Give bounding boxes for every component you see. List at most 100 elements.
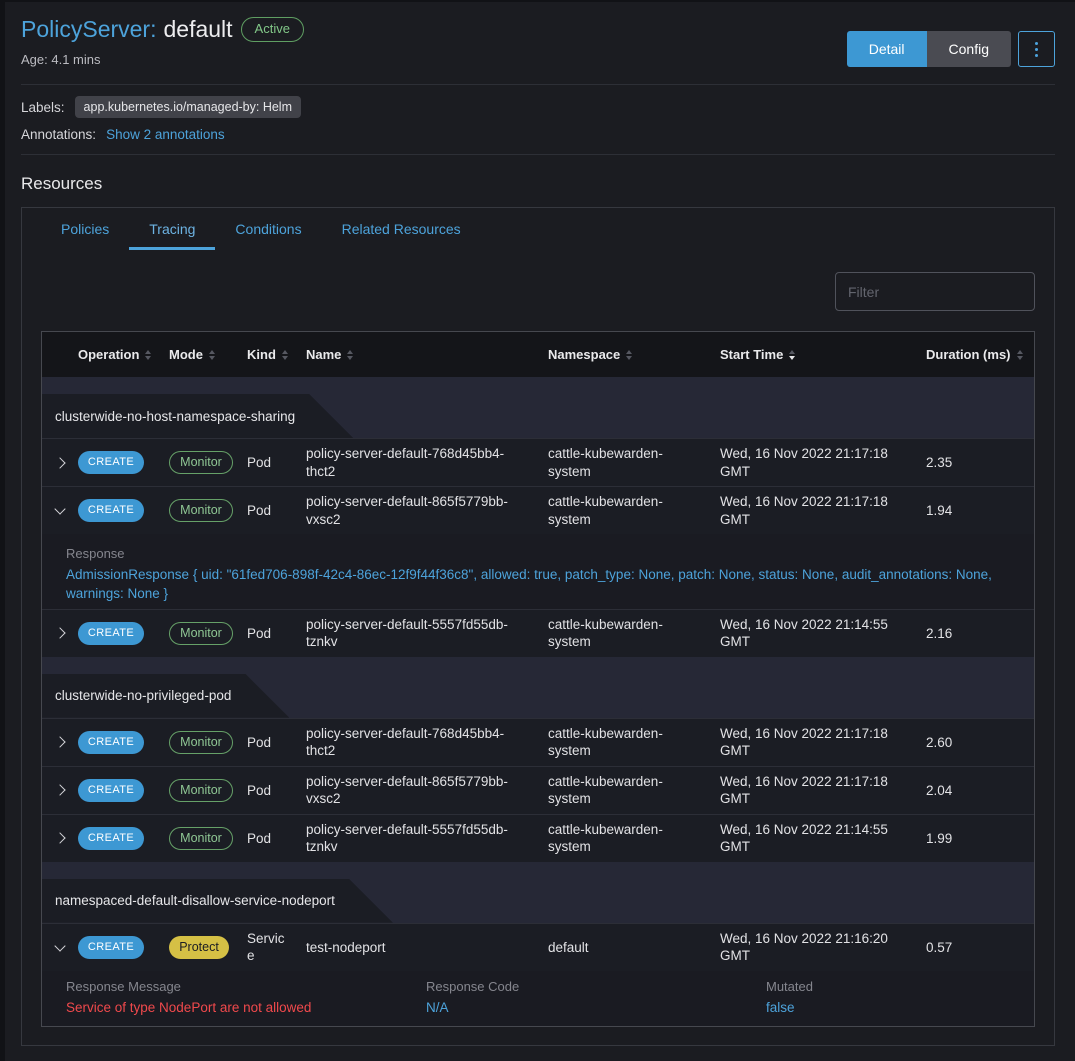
operation-badge: CREATE [78,731,144,754]
policyserver-detail-page: PolicyServer: default Active Age: 4.1 mi… [0,0,1075,1061]
column-header-duration-ms[interactable]: Duration (ms) [926,347,1034,362]
mode-badge: Monitor [169,499,233,522]
group-name: clusterwide-no-host-namespace-sharing [55,409,295,424]
detail-button[interactable]: Detail [847,31,927,67]
expand-toggle-icon[interactable] [54,737,65,748]
mode-cell: Monitor [169,731,247,754]
kind-cell: Service [247,930,306,965]
operation-cell: CREATE [78,731,169,754]
column-header-operation[interactable]: Operation [78,347,169,362]
namespace-cell: cattle-kubewarden-system [548,445,720,480]
column-header-start-time[interactable]: Start Time [720,347,926,362]
show-annotations-link[interactable]: Show 2 annotations [106,127,225,142]
sort-icons [347,350,353,360]
expand-toggle-icon[interactable] [54,628,65,639]
namespace-cell: cattle-kubewarden-system [548,725,720,760]
sort-desc-icon [1017,356,1023,360]
sort-icons [1017,350,1023,360]
field-value: Service of type NodePort are not allowed [66,1000,426,1015]
mode-badge: Monitor [169,731,233,754]
detail-field-mutated: Mutatedfalse [766,979,1014,1015]
column-header-label: Start Time [720,347,783,362]
column-header-kind[interactable]: Kind [247,347,306,362]
tracing-tab-content: OperationModeKindName Namespace Start Time… [22,250,1054,1045]
name-cell: policy-server-default-768d45bb4-thct2 [306,725,548,760]
trace-row[interactable]: CREATEMonitorPodpolicy-server-default-55… [42,609,1034,657]
kind-cell: Pod [247,830,306,848]
field-label: Response Code [426,979,766,994]
sort-asc-icon [789,350,795,354]
tab-policies[interactable]: Policies [41,208,129,250]
response-detail: Response AdmissionResponse { uid: "61fed7… [42,534,1034,609]
tab-conditions[interactable]: Conditions [215,208,321,250]
tab-related-resources[interactable]: Related Resources [322,208,481,250]
sort-icons [282,350,288,360]
page-header: PolicyServer: default Active Age: 4.1 mi… [21,16,1055,67]
collapse-toggle-icon[interactable] [54,503,65,514]
labels-row: Labels: app.kubernetes.io/managed-by: He… [21,96,1055,118]
kind-cell: Pod [247,454,306,472]
response-value: AdmissionResponse { uid: "61fed706-898f-… [66,566,994,604]
column-header-mode[interactable]: Mode [169,347,247,362]
mode-cell: Monitor [169,779,247,802]
age-text: Age: 4.1 mins [21,52,304,67]
config-button[interactable]: Config [927,31,1011,67]
trace-row[interactable]: CREATEMonitorPodpolicy-server-default-76… [42,438,1034,486]
sort-asc-icon [626,350,632,354]
actions-menu-button[interactable] [1018,31,1055,67]
response-fields-detail: Response Message Service of type NodePort… [42,971,1034,1026]
name-cell: policy-server-default-5557fd55db-tznkv [306,821,548,856]
duration-cell: 2.35 [926,454,1034,472]
name-cell: policy-server-default-768d45bb4-thct2 [306,445,548,480]
namespace-cell: cattle-kubewarden-system [548,821,720,856]
sort-asc-icon [347,350,353,354]
vertical-ellipsis-icon [1035,48,1038,51]
labels-label: Labels: [21,100,65,115]
name-cell: policy-server-default-865f5779bb-vxsc2 [306,773,548,808]
operation-badge: CREATE [78,622,144,645]
trace-row[interactable]: CREATEMonitorPodpolicy-server-default-86… [42,486,1034,534]
group-name: namespaced-default-disallow-service-node… [55,893,335,908]
metadata-section: Labels: app.kubernetes.io/managed-by: He… [21,85,1055,154]
duration-cell: 2.60 [926,734,1034,752]
vertical-ellipsis-icon [1035,54,1038,57]
operation-badge: CREATE [78,499,144,522]
group-tab: clusterwide-no-privileged-pod [42,674,289,718]
operation-badge: CREATE [78,827,144,850]
trace-row[interactable]: CREATEMonitorPodpolicy-server-default-55… [42,814,1034,862]
main-content: PolicyServer: default Active Age: 4.1 mi… [5,2,1075,1046]
filter-input[interactable] [835,272,1035,311]
column-header-label: Namespace [548,347,620,362]
expand-toggle-icon[interactable] [54,785,65,796]
sort-asc-icon [145,350,151,354]
column-header-namespace[interactable]: Namespace [548,347,720,362]
expand-toggle-icon[interactable] [54,457,65,468]
mode-cell: Monitor [169,451,247,474]
duration-cell: 0.57 [926,939,1034,957]
trace-row[interactable]: CREATE MonitorPodpolicy-server-default-86… [42,766,1034,814]
tab-tracing[interactable]: Tracing [129,208,215,250]
field-label: Response Message [66,979,426,994]
column-header-name[interactable]: Name [306,347,548,362]
collapse-toggle-icon[interactable] [54,940,65,951]
start-time-cell: Wed, 16 Nov 2022 21:17:18 GMT [720,445,926,480]
sort-icons [789,350,795,360]
status-badge: Active [241,17,304,42]
namespace-cell: cattle-kubewarden-system [548,493,720,528]
expand-toggle-icon[interactable] [54,833,65,844]
expander-cell [42,786,78,794]
table-header-row: OperationModeKindName Namespace Start Time… [42,332,1034,377]
expander-cell [42,834,78,842]
duration-cell: 1.99 [926,830,1034,848]
trace-row[interactable]: CREATEMonitorPodpolicy-server-default-76… [42,718,1034,766]
operation-cell: CREATE [78,451,169,474]
response-label: Response [66,546,994,561]
operation-badge: CREATE [78,779,144,802]
resource-type-label: PolicyServer: [21,16,156,43]
column-header-label: Name [306,347,341,362]
trace-row[interactable]: CREATEProtectServicetest-nodeportdefault… [42,923,1034,971]
mode-cell: Protect [169,936,247,959]
kind-cell: Pod [247,625,306,643]
expander-cell [42,459,78,467]
kind-cell: Pod [247,782,306,800]
